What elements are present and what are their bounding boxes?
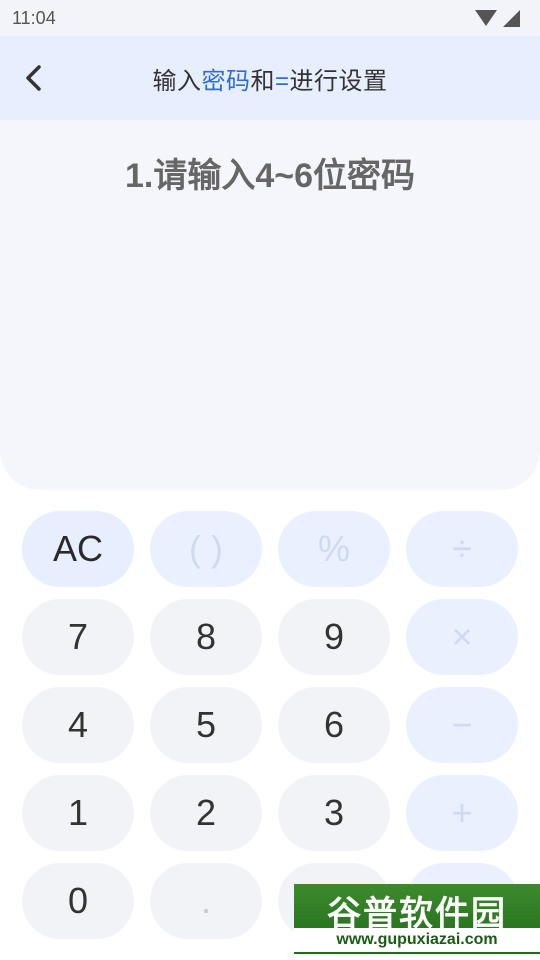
status-bar: 11:04 — [0, 0, 540, 36]
chevron-left-icon — [26, 65, 41, 91]
watermark-url: www.gupuxiazai.com — [294, 928, 540, 952]
key-3[interactable]: 3 — [278, 775, 390, 851]
key-multiply[interactable]: × — [406, 599, 518, 675]
key-2[interactable]: 2 — [150, 775, 262, 851]
title-part1: 输入 — [152, 67, 202, 95]
header: 输入密码和=进行设置 — [0, 36, 540, 120]
key-parentheses[interactable]: ( ) — [150, 511, 262, 587]
wifi-icon — [475, 10, 497, 26]
page-title: 输入密码和=进行设置 — [152, 61, 387, 96]
key-1[interactable]: 1 — [22, 775, 134, 851]
keypad: AC ( ) % ÷ 7 8 9 × 4 5 6 − 1 2 3 + 0 . — [22, 511, 518, 939]
signal-icon — [503, 9, 520, 27]
watermark-logo: 谷普软件园 www.gupuxiazai.com — [294, 884, 540, 954]
key-percent[interactable]: % — [278, 511, 390, 587]
title-part2: 和 — [250, 67, 275, 95]
title-part3: 进行设置 — [289, 67, 388, 95]
password-prompt: 1.请输入4~6位密码 — [124, 157, 416, 195]
key-decimal[interactable]: . — [150, 863, 262, 939]
key-divide[interactable]: ÷ — [406, 511, 518, 587]
status-icons — [475, 9, 520, 27]
key-4[interactable]: 4 — [22, 687, 134, 763]
key-8[interactable]: 8 — [150, 599, 262, 675]
key-7[interactable]: 7 — [22, 599, 134, 675]
back-button[interactable] — [14, 58, 54, 98]
key-0[interactable]: 0 — [22, 863, 134, 939]
key-subtract[interactable]: − — [406, 687, 518, 763]
key-clear[interactable]: AC — [22, 511, 134, 587]
key-6[interactable]: 6 — [278, 687, 390, 763]
status-time: 11:04 — [12, 7, 56, 28]
key-add[interactable]: + — [406, 775, 518, 851]
title-accent-equals: = — [274, 67, 290, 95]
title-accent-password: 密码 — [201, 67, 251, 95]
key-5[interactable]: 5 — [150, 687, 262, 763]
key-9[interactable]: 9 — [278, 599, 390, 675]
